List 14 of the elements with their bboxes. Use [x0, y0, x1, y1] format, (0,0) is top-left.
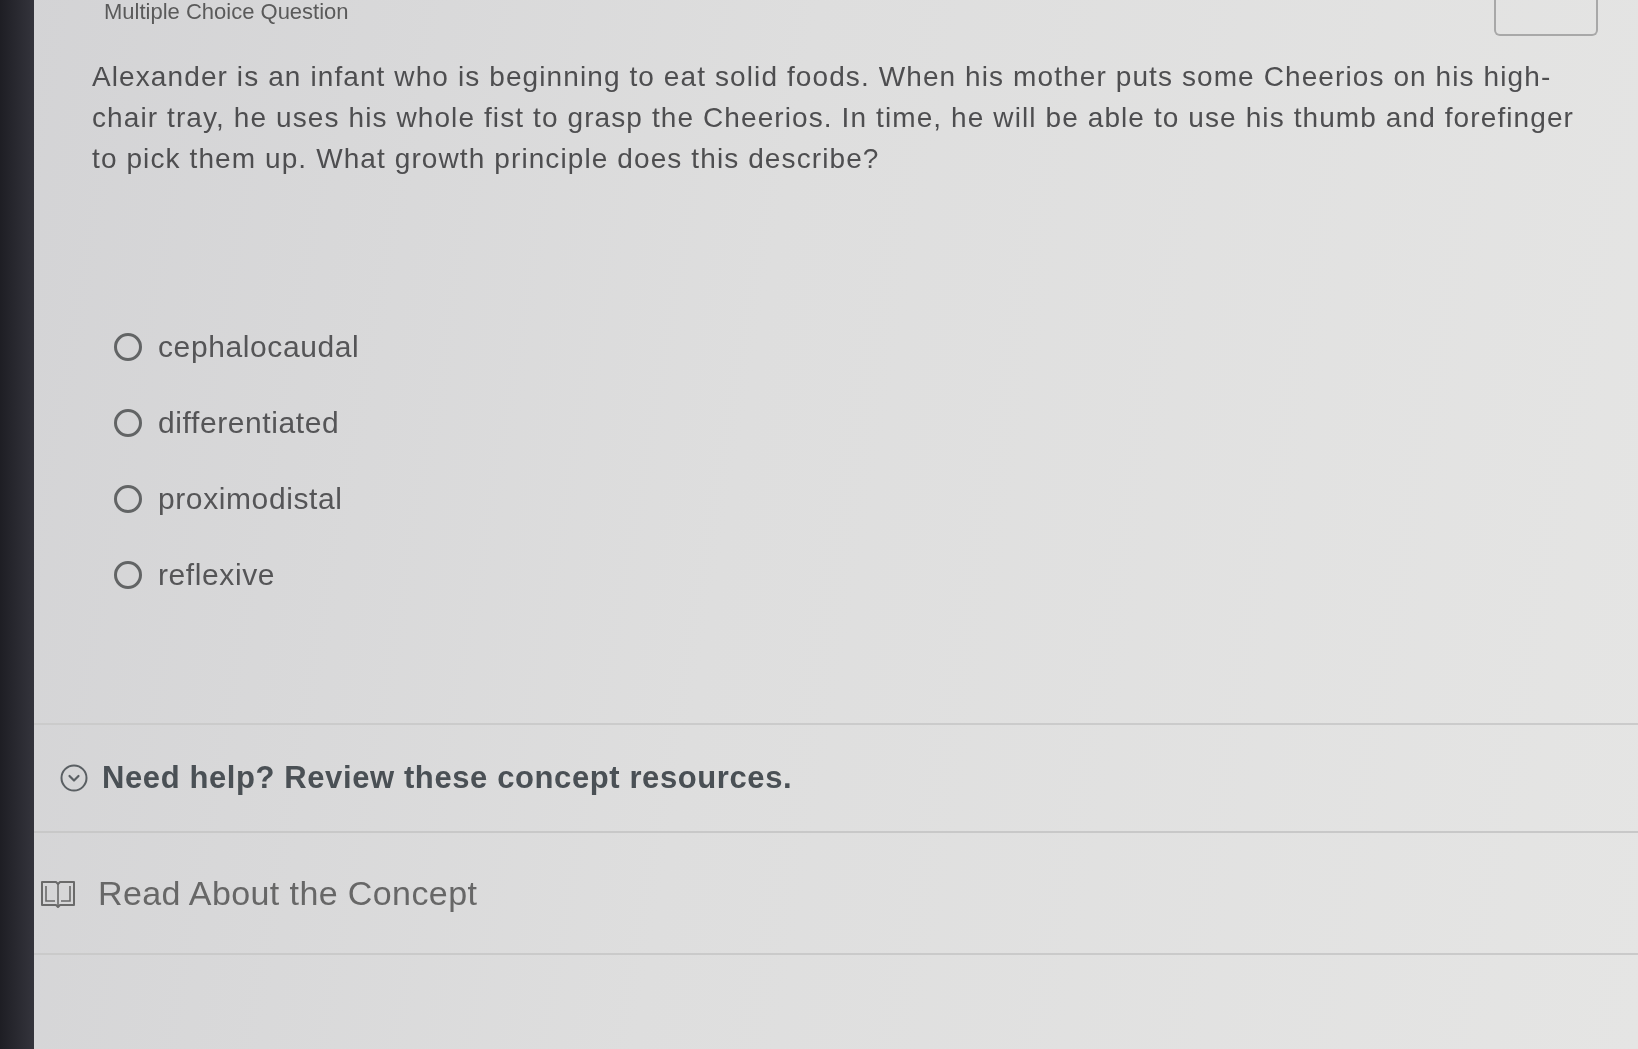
radio-button[interactable]: [114, 561, 142, 589]
chevron-circle-icon: [60, 764, 88, 792]
question-type-title: Multiple Choice Question: [104, 0, 349, 24]
concept-link[interactable]: Read About the Concept: [40, 873, 478, 913]
book-icon: [40, 878, 76, 908]
option-label[interactable]: reflexive: [158, 558, 276, 592]
option-label[interactable]: proximodistal: [158, 482, 343, 516]
question-text: Alexander is an infant who is beginning to eat solid foods. When his mother puts some Cheerios on his high-chair tray, he uses his whole fist to grasp the Cheerios. In time, he will be able to use his thumb and forefinger to pick them up. What growth principle does this describe?: [92, 60, 1576, 176]
option-label[interactable]: differentiated: [158, 406, 340, 440]
radio-button[interactable]: [114, 409, 142, 437]
radio-button[interactable]: [114, 485, 142, 513]
option-label[interactable]: cephalocaudal: [158, 330, 360, 364]
radio-button[interactable]: [114, 333, 142, 361]
help-toggle-button[interactable]: Need help? Review these concept resources.: [60, 760, 793, 796]
